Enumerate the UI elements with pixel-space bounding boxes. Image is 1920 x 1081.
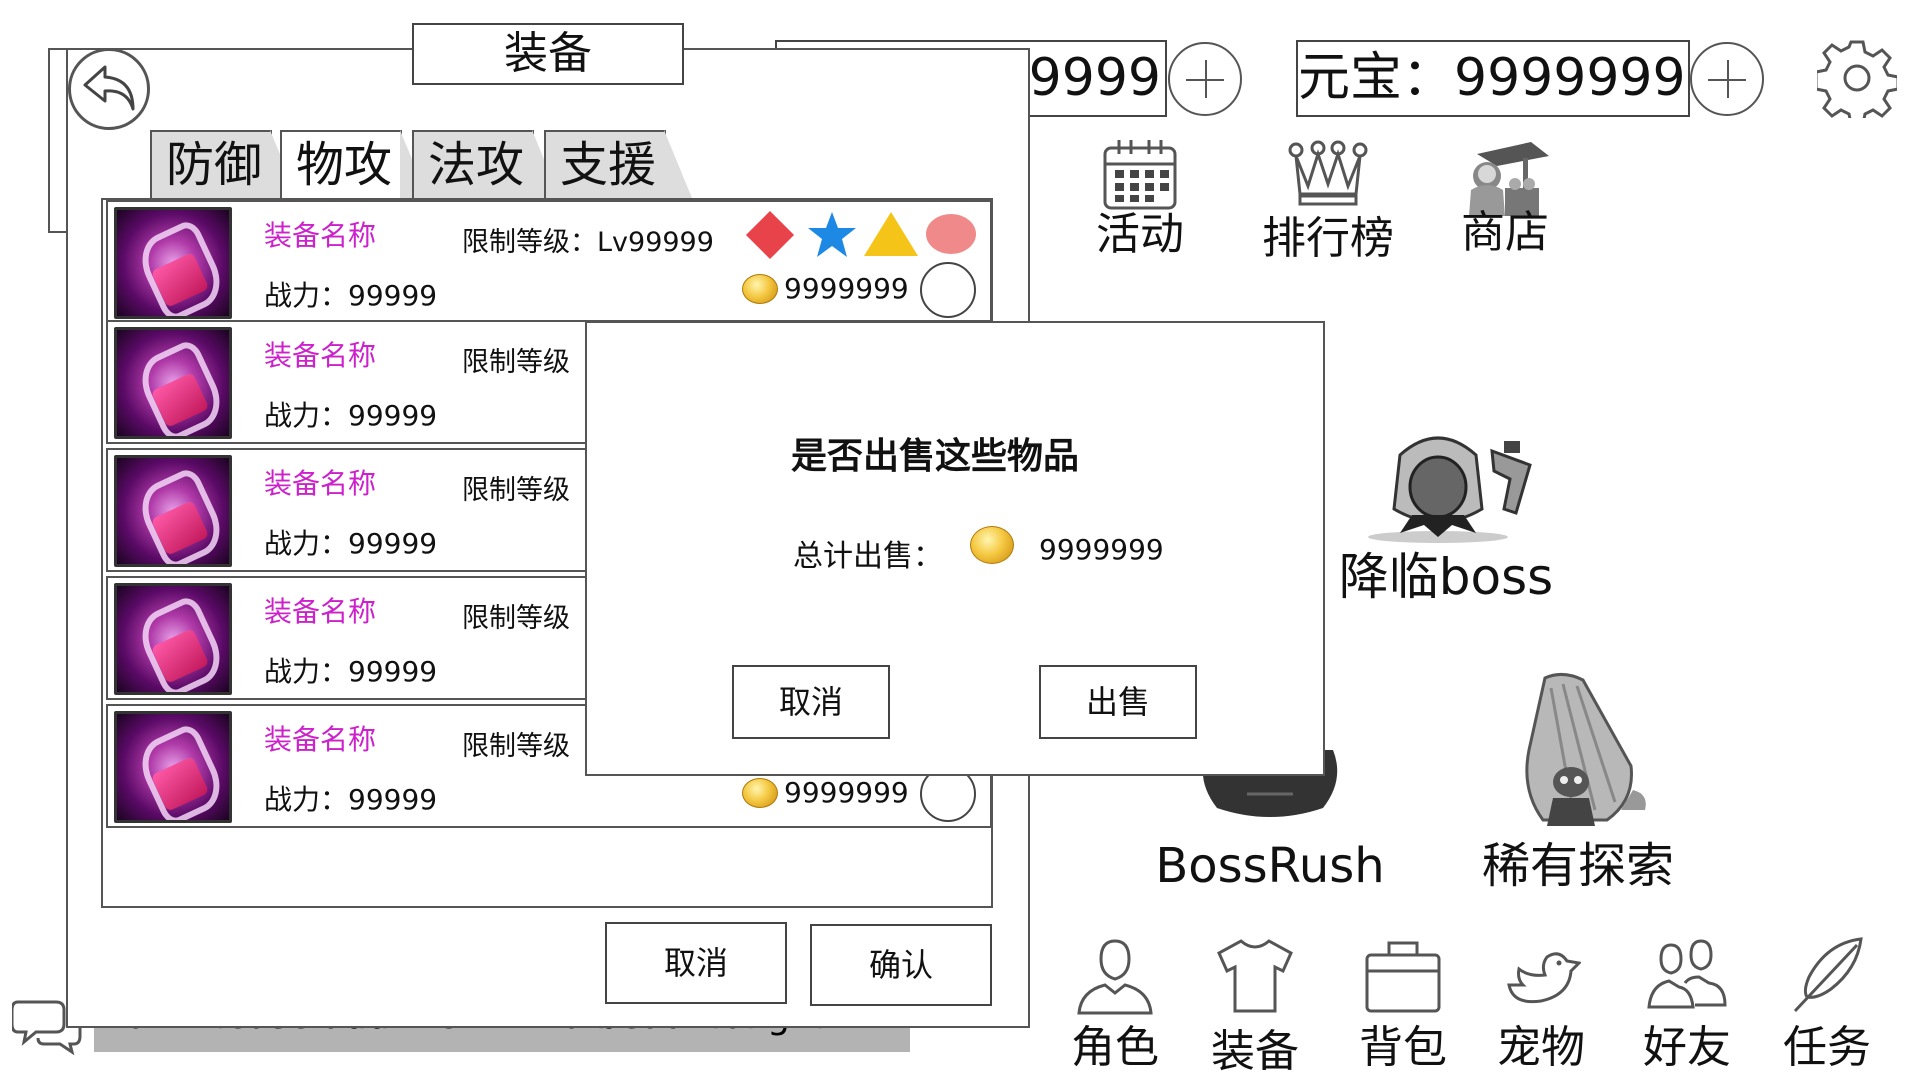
dialog-sell-button[interactable]: 出售 [1039, 665, 1197, 739]
rare-explore-feature[interactable]: 稀有探索 [1468, 670, 1688, 896]
gold-coin-icon [742, 778, 778, 808]
equipment-power: 战力：99999 [264, 399, 438, 432]
ranking-feature[interactable]: 排行榜 [1258, 138, 1398, 266]
ranking-label: 排行榜 [1262, 213, 1394, 264]
equipment-name: 装备名称 [264, 723, 377, 756]
equipment-price: 9999999 [784, 776, 909, 809]
panel-cancel-button[interactable]: 取消 [605, 922, 787, 1004]
boss-descent-label: 降临boss [1338, 548, 1554, 606]
equipment-price: 9999999 [784, 272, 909, 305]
panel-side-edge [48, 48, 68, 233]
gold-coin-icon [742, 274, 778, 304]
nav-equipment[interactable]: 装备 [1200, 935, 1310, 1079]
shop-feature[interactable]: 商店 [1450, 136, 1560, 260]
equipment-name: 装备名称 [264, 467, 377, 500]
equipment-level-limit: 限制等级：Lv99999 [462, 227, 714, 258]
equipment-power: 战力：99999 [264, 783, 438, 816]
crown-icon [1288, 140, 1368, 206]
tab-defense[interactable]: 防御 [150, 130, 298, 198]
equipment-thumbnail [114, 455, 232, 567]
back-button[interactable] [68, 48, 150, 130]
equipment-thumbnail [114, 207, 232, 319]
dialog-cancel-button[interactable]: 取消 [732, 665, 890, 739]
blue-star-icon [808, 212, 856, 257]
equipment-thumbnail [114, 327, 232, 439]
dialog-title: 是否出售这些物品 [790, 436, 1079, 477]
bird-icon [1507, 952, 1581, 1004]
equipment-level-limit: 限制等级 [462, 475, 570, 506]
nav-friends-label: 好友 [1643, 1022, 1731, 1073]
equipment-power: 战力：99999 [264, 655, 438, 688]
nav-tasks[interactable]: 任务 [1772, 935, 1882, 1075]
yuanbao-label: 元宝：999999999 [1298, 48, 1688, 108]
equipment-level-limit: 限制等级 [462, 603, 570, 634]
tab-magic-attack[interactable]: 法攻 [412, 130, 560, 198]
goblin-explorer-icon [1525, 673, 1646, 826]
nav-pet[interactable]: 宠物 [1486, 935, 1596, 1075]
panel-title: 装备 [412, 23, 684, 85]
sell-confirm-dialog: 是否出售这些物品 总计出售： 9999999 取消 出售 [585, 321, 1325, 776]
panel-confirm-button[interactable]: 确认 [810, 924, 992, 1006]
dialog-total-label: 总计出售： [793, 539, 943, 574]
equipment-level-limit: 限制等级 [462, 347, 570, 378]
boss-rush-label: BossRush [1155, 838, 1385, 894]
nav-character[interactable]: 角色 [1060, 935, 1170, 1075]
equipment-thumbnail [114, 711, 232, 823]
equipment-power: 战力：99999 [264, 527, 438, 560]
bag-icon [1365, 941, 1441, 1013]
tab-physical-attack[interactable]: 物攻 [280, 130, 428, 198]
red-diamond-icon [745, 210, 795, 260]
equipment-name: 装备名称 [264, 219, 377, 252]
activity-feature[interactable]: 活动 [1090, 138, 1190, 262]
yellow-triangle-icon [864, 212, 918, 256]
pink-circle-icon [926, 214, 976, 254]
dialog-total-value: 9999999 [1039, 533, 1164, 566]
shop-label: 商店 [1461, 207, 1549, 258]
select-checkbox[interactable] [920, 262, 976, 318]
tab-support[interactable]: 支援 [544, 130, 692, 198]
nav-bag-label: 背包 [1359, 1022, 1447, 1073]
equipment-power: 战力：99999 [264, 279, 438, 312]
equipment-row[interactable]: 装备名称 战力：99999 限制等级：Lv99999 9999999 [106, 200, 992, 324]
nav-bag[interactable]: 背包 [1348, 935, 1458, 1075]
person-icon [1077, 939, 1153, 1015]
nav-friends[interactable]: 好友 [1632, 935, 1742, 1075]
nav-equipment-label: 装备 [1211, 1026, 1299, 1077]
equipment-level-limit: 限制等级 [462, 731, 570, 762]
nav-character-label: 角色 [1071, 1022, 1159, 1073]
boss-descent-feature[interactable]: 降临boss [1336, 425, 1556, 609]
rare-explore-label: 稀有探索 [1481, 838, 1674, 894]
shirt-icon [1217, 939, 1293, 1013]
nav-pet-label: 宠物 [1497, 1022, 1585, 1073]
add-yuanbao-button[interactable] [1690, 42, 1764, 116]
gold-coin-icon [970, 526, 1014, 564]
feather-icon [1793, 937, 1863, 1013]
yuanbao-display: 元宝：999999999 [1296, 40, 1690, 117]
equipment-name: 装备名称 [264, 339, 377, 372]
equipment-thumbnail [114, 583, 232, 695]
return-arrow-icon [83, 65, 135, 111]
add-gold-button[interactable] [1168, 42, 1242, 116]
friends-icon [1647, 939, 1727, 1009]
equipment-name: 装备名称 [264, 595, 377, 628]
nav-tasks-label: 任务 [1783, 1022, 1871, 1073]
boss-monster-icon [1368, 436, 1532, 543]
activity-label: 活动 [1096, 209, 1184, 260]
settings-gear-icon[interactable] [1814, 38, 1900, 126]
